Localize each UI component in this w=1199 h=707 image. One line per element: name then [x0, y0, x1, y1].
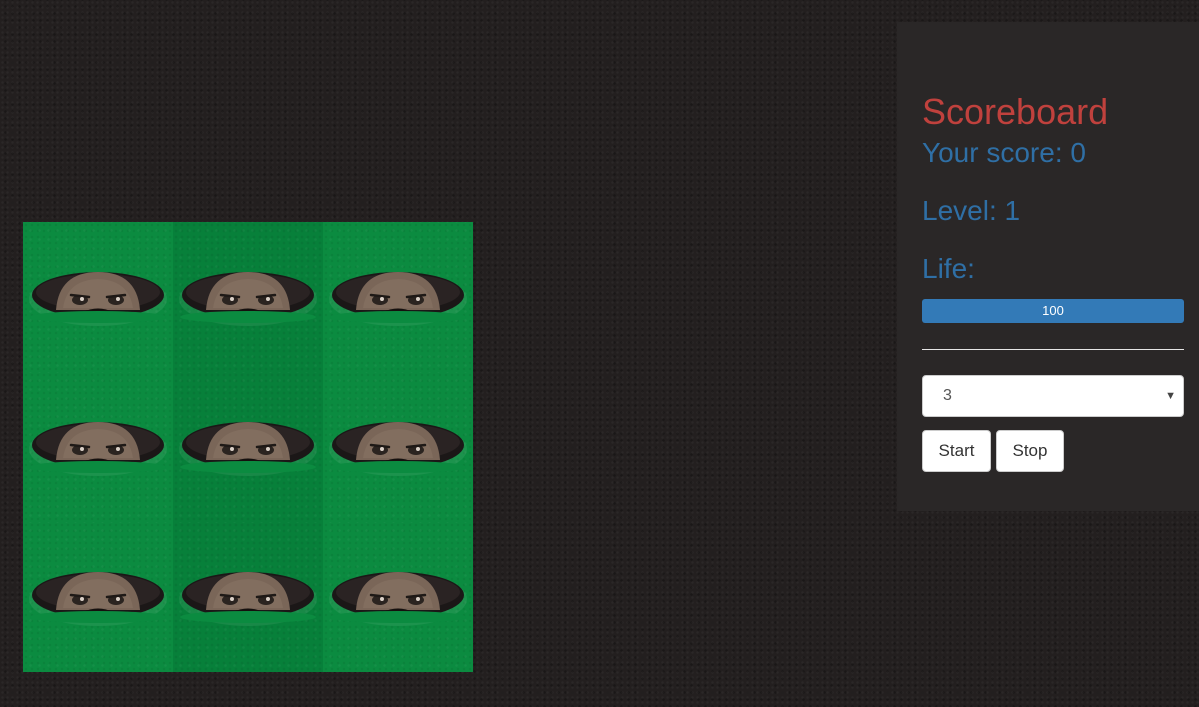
game-board	[23, 222, 473, 672]
mole-icon	[179, 272, 317, 326]
life-progress-fill: 100	[922, 299, 1184, 323]
life-label: Life:	[922, 253, 975, 284]
mole-hole[interactable]	[23, 372, 173, 522]
mole-icon	[329, 272, 467, 326]
level-select-value: 3	[943, 387, 952, 404]
stop-button[interactable]: Stop	[996, 430, 1064, 472]
mole-hole[interactable]	[323, 522, 473, 672]
mole-hole[interactable]	[173, 372, 323, 522]
scoreboard-title: Scoreboard	[922, 91, 1109, 132]
mole-hole[interactable]	[23, 522, 173, 672]
mole-icon	[29, 572, 167, 626]
mole-icon	[329, 572, 467, 626]
chevron-down-icon: ▼	[1165, 390, 1176, 402]
mole-icon	[29, 422, 167, 476]
mole-icon	[29, 272, 167, 326]
divider	[922, 349, 1184, 350]
start-button[interactable]: Start	[922, 430, 991, 472]
level-select[interactable]: 3 ▼	[922, 375, 1184, 417]
mole-hole[interactable]	[173, 222, 323, 372]
scoreboard-panel: Scoreboard Your score: 0 Level: 1 Life: …	[897, 22, 1199, 511]
mole-hole[interactable]	[23, 222, 173, 372]
mole-hole[interactable]	[173, 522, 323, 672]
mole-icon	[179, 572, 317, 626]
mole-icon	[329, 422, 467, 476]
life-progress-bar: 100	[922, 299, 1184, 323]
mole-hole[interactable]	[323, 372, 473, 522]
level-display: Level: 1	[922, 195, 1021, 226]
mole-hole[interactable]	[323, 222, 473, 372]
score-display: Your score: 0	[922, 137, 1086, 168]
mole-icon	[179, 422, 317, 476]
